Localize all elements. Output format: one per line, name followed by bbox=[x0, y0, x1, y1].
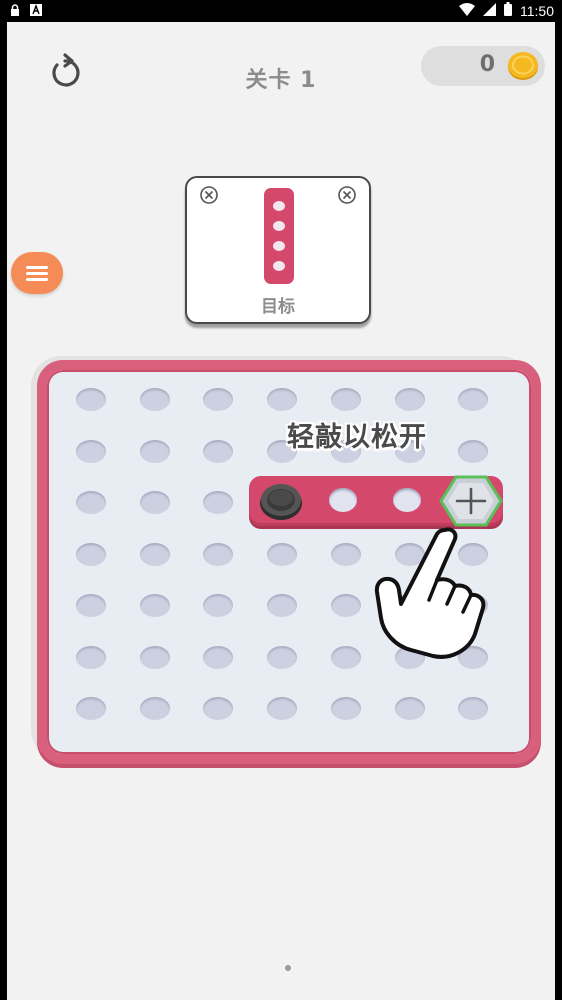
hint-text: 轻敲以松开 bbox=[287, 422, 427, 453]
dark-screw[interactable] bbox=[259, 481, 303, 521]
lock-icon bbox=[10, 3, 20, 19]
board-hole[interactable] bbox=[203, 491, 234, 514]
board-hole[interactable] bbox=[203, 542, 234, 566]
signal-icon bbox=[483, 2, 496, 19]
pointing-hand-icon bbox=[374, 527, 486, 659]
plank-hole bbox=[393, 488, 421, 512]
board-hole[interactable] bbox=[458, 388, 489, 411]
board-hole[interactable] bbox=[139, 645, 170, 669]
menu-button[interactable] bbox=[11, 252, 63, 294]
battery-icon bbox=[504, 2, 512, 19]
board-hole[interactable] bbox=[76, 697, 106, 720]
board-hole[interactable] bbox=[394, 697, 425, 720]
board-hole[interactable] bbox=[76, 491, 106, 514]
target-label: 目标 bbox=[261, 297, 295, 317]
board-hole[interactable] bbox=[330, 542, 361, 566]
board-hole[interactable] bbox=[267, 594, 298, 617]
board-hole[interactable] bbox=[458, 697, 489, 720]
board-hole[interactable] bbox=[203, 697, 234, 720]
target-screw-left-icon bbox=[200, 186, 218, 204]
board-hole[interactable] bbox=[139, 542, 170, 566]
board-hole[interactable] bbox=[267, 697, 298, 720]
home-indicator bbox=[285, 965, 291, 971]
wifi-icon bbox=[459, 2, 475, 19]
board-hole[interactable] bbox=[330, 594, 361, 617]
hex-screw[interactable] bbox=[439, 474, 503, 528]
board-hole[interactable] bbox=[330, 388, 361, 411]
board-hole[interactable] bbox=[267, 542, 298, 566]
board-hole[interactable] bbox=[203, 594, 234, 617]
board-hole[interactable] bbox=[76, 645, 106, 669]
board-hole[interactable] bbox=[267, 645, 298, 669]
board-hole[interactable] bbox=[267, 388, 298, 411]
board-hole[interactable] bbox=[139, 697, 170, 720]
board-hole[interactable] bbox=[76, 542, 106, 566]
board-hole[interactable] bbox=[203, 388, 234, 411]
target-screw-right-icon bbox=[338, 186, 356, 204]
board-hole[interactable] bbox=[139, 439, 170, 463]
board-hole[interactable] bbox=[76, 439, 106, 463]
board-hole[interactable] bbox=[139, 594, 170, 617]
board-hole[interactable] bbox=[203, 439, 234, 463]
status-bar: 11:50 bbox=[0, 0, 562, 22]
coin-counter: 0 bbox=[421, 46, 545, 86]
plank-hole bbox=[329, 488, 357, 512]
board-hole[interactable] bbox=[458, 439, 489, 463]
app-a-icon bbox=[30, 3, 42, 19]
board-hole[interactable] bbox=[139, 491, 170, 514]
board-hole[interactable] bbox=[203, 645, 234, 669]
board-hole[interactable] bbox=[76, 388, 106, 411]
plank[interactable] bbox=[249, 474, 503, 528]
board-hole[interactable] bbox=[330, 697, 361, 720]
target-card: 目标 bbox=[185, 176, 371, 324]
status-time: 11:50 bbox=[520, 2, 554, 19]
game-screen: 关卡 1 0 目标 轻敲以松开 bbox=[7, 22, 555, 1000]
board-hole[interactable] bbox=[394, 388, 425, 411]
coin-count: 0 bbox=[479, 52, 495, 77]
board-hole[interactable] bbox=[330, 645, 361, 669]
board-hole[interactable] bbox=[76, 594, 106, 617]
target-plank-icon bbox=[264, 188, 294, 284]
board-hole[interactable] bbox=[139, 388, 170, 411]
coin-icon bbox=[508, 52, 538, 80]
